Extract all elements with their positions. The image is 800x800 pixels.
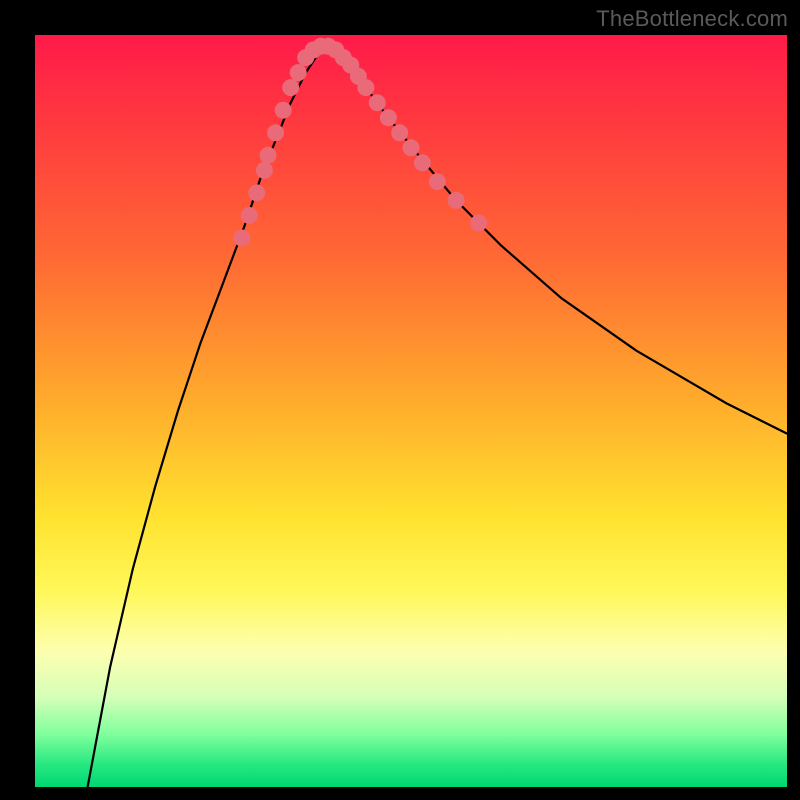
plot-area (35, 35, 787, 787)
curve-marker (369, 94, 386, 111)
curve-marker (470, 215, 487, 232)
watermark-text: TheBottleneck.com (596, 6, 788, 32)
curve-marker (256, 162, 273, 179)
curve-marker (260, 147, 277, 164)
curve-marker (241, 207, 258, 224)
marker-group (233, 38, 487, 247)
curve-marker (275, 102, 292, 119)
curve-marker (391, 124, 408, 141)
bottleneck-curve (88, 50, 787, 787)
chart-frame: TheBottleneck.com (0, 0, 800, 800)
curve-marker (233, 230, 250, 247)
curve-marker (448, 192, 465, 209)
curve-marker (282, 79, 299, 96)
curve-marker (248, 184, 265, 201)
curve-marker (290, 64, 307, 81)
curve-marker (380, 109, 397, 126)
curve-marker (414, 154, 431, 171)
curve-marker (429, 173, 446, 190)
curve-marker (403, 139, 420, 156)
curve-marker (267, 124, 284, 141)
chart-svg (35, 35, 787, 787)
curve-marker (357, 79, 374, 96)
